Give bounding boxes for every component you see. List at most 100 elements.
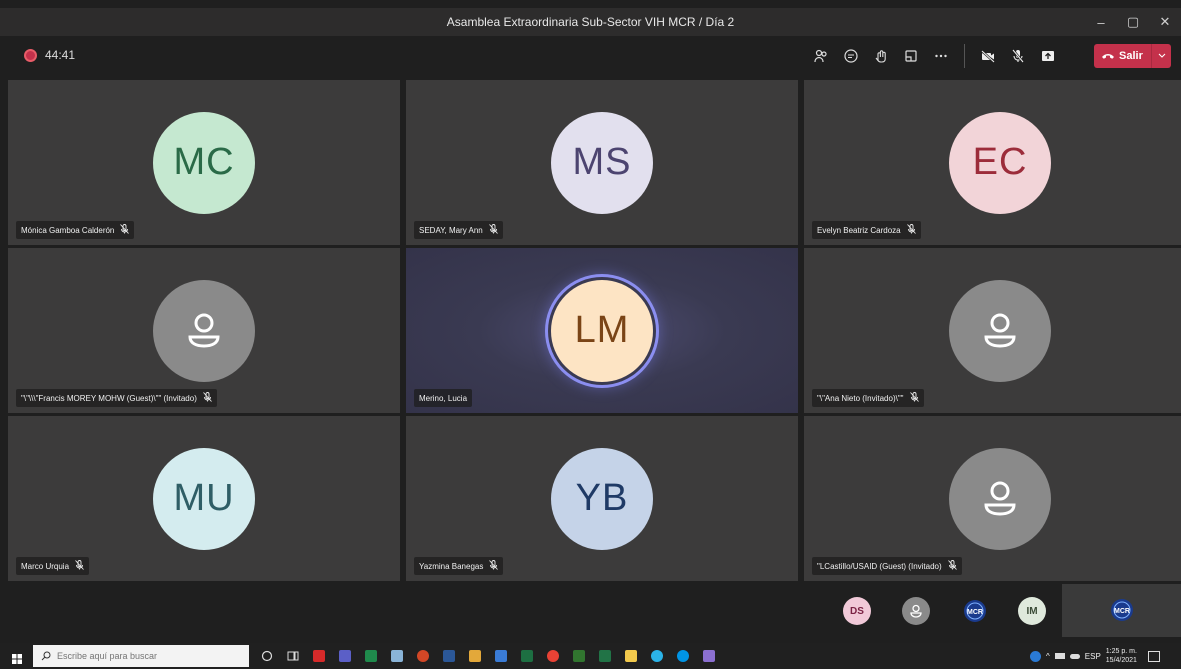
search-icon bbox=[41, 651, 51, 661]
language-indicator[interactable]: ESP bbox=[1085, 652, 1101, 661]
mic-muted-icon bbox=[489, 560, 499, 572]
self-view[interactable]: MCR bbox=[1062, 584, 1181, 637]
leave-label: Salir bbox=[1119, 50, 1143, 62]
mic-off-icon[interactable] bbox=[1003, 42, 1033, 70]
avatar: EC bbox=[949, 111, 1051, 214]
powerpoint-icon[interactable] bbox=[412, 646, 434, 666]
chevron-down-icon[interactable] bbox=[1151, 44, 1171, 68]
clock-date: 15/4/2021 bbox=[1105, 657, 1137, 664]
phone-icon bbox=[1102, 54, 1114, 59]
participant-name-tag: Mónica Gamboa Calderón bbox=[16, 221, 135, 239]
maximize-icon[interactable]: ▢ bbox=[1117, 8, 1149, 36]
participant-name-tag: "\"\\\"Francis MOREY MOHW (Guest)\"" (In… bbox=[16, 389, 217, 407]
overflow-participant-strip bbox=[0, 582, 1181, 637]
participant-name-tag: Merino, Lucia bbox=[414, 389, 473, 407]
taskbar-search[interactable] bbox=[33, 645, 249, 667]
participant-name-tag: "LCastillo/USAID (Guest) (Invitado) bbox=[812, 557, 962, 575]
edge-icon[interactable] bbox=[646, 646, 668, 666]
participant-tile[interactable]: MS SEDAY, Mary Ann bbox=[406, 80, 798, 245]
excel-icon[interactable] bbox=[516, 646, 538, 666]
participant-tile[interactable]: MC Mónica Gamboa Calderón bbox=[8, 80, 400, 245]
mic-muted-icon bbox=[947, 560, 957, 572]
help-icon[interactable] bbox=[1030, 650, 1041, 662]
notifications-icon[interactable] bbox=[1147, 650, 1160, 662]
share-icon[interactable] bbox=[1033, 42, 1063, 70]
search-input[interactable] bbox=[57, 651, 227, 661]
close-icon[interactable]: ✕ bbox=[1149, 8, 1181, 36]
network-icon[interactable] bbox=[1054, 653, 1065, 659]
windows-start-icon[interactable] bbox=[12, 651, 22, 669]
photos-icon[interactable] bbox=[464, 646, 486, 666]
guest-avatar-icon[interactable] bbox=[902, 597, 930, 625]
avatar: LM bbox=[551, 279, 653, 382]
participants-icon[interactable] bbox=[806, 42, 836, 70]
participant-name: "LCastillo/USAID (Guest) (Invitado) bbox=[817, 561, 942, 571]
participant-tile[interactable]: EC Evelyn Beatriz Cardoza bbox=[804, 80, 1181, 245]
word-icon[interactable] bbox=[438, 646, 460, 666]
participant-tile[interactable]: "LCastillo/USAID (Guest) (Invitado) bbox=[804, 416, 1181, 581]
file-explorer-icon[interactable] bbox=[620, 646, 642, 666]
sheets-icon[interactable] bbox=[360, 646, 382, 666]
participant-name-tag: Evelyn Beatriz Cardoza bbox=[812, 221, 921, 239]
guest-avatar-icon bbox=[153, 279, 255, 382]
more-icon[interactable] bbox=[926, 42, 956, 70]
avatar: MS bbox=[551, 111, 653, 214]
mcr-logo-icon: MCR bbox=[1108, 596, 1136, 624]
participant-tile[interactable]: YB Yazmina Banegas bbox=[406, 416, 798, 581]
rooms-icon[interactable] bbox=[896, 42, 926, 70]
taskbar-apps bbox=[256, 646, 724, 666]
leave-button[interactable]: Salir bbox=[1094, 44, 1171, 68]
mic-muted-icon bbox=[906, 224, 916, 236]
participant-name-tag: Yazmina Banegas bbox=[414, 557, 504, 575]
meeting-toolbar: 44:41 Salir bbox=[0, 36, 1181, 76]
mcr-logo-icon[interactable]: MCR bbox=[961, 597, 989, 625]
taskbar-clock[interactable]: 1:25 p. m. 15/4/2021 bbox=[1106, 647, 1137, 665]
reactions-icon[interactable] bbox=[866, 42, 896, 70]
recording-icon bbox=[24, 49, 37, 62]
guest-avatar-icon bbox=[949, 279, 1051, 382]
calculator-icon[interactable] bbox=[490, 646, 512, 666]
mic-muted-icon bbox=[488, 224, 498, 236]
participant-tile[interactable]: MU Marco Urquia bbox=[8, 416, 400, 581]
window-controls: – ▢ ✕ bbox=[1085, 8, 1181, 36]
participant-grid: MC Mónica Gamboa Calderón MS SEDAY, Mary… bbox=[8, 80, 1181, 581]
cortana-icon[interactable] bbox=[256, 646, 278, 666]
participant-name-tag: Marco Urquia bbox=[16, 557, 90, 575]
strip-avatar[interactable]: DS bbox=[843, 597, 871, 625]
chevron-up-icon[interactable]: ^ bbox=[1046, 652, 1050, 661]
minimize-icon[interactable]: – bbox=[1085, 8, 1117, 36]
toolbar-divider bbox=[964, 44, 965, 68]
participant-tile[interactable]: "\"\\\"Francis MOREY MOHW (Guest)\"" (In… bbox=[8, 248, 400, 413]
chat-icon[interactable] bbox=[836, 42, 866, 70]
mic-muted-icon bbox=[203, 392, 212, 404]
app-icon[interactable] bbox=[698, 646, 720, 666]
active-speaker-tile[interactable]: LM Merino, Lucia bbox=[406, 248, 798, 413]
camera-off-icon[interactable] bbox=[973, 42, 1003, 70]
window-title: Asamblea Extraordinaria Sub-Sector VIH M… bbox=[446, 15, 735, 29]
participant-name: Evelyn Beatriz Cardoza bbox=[817, 225, 901, 235]
window-titlebar: Asamblea Extraordinaria Sub-Sector VIH M… bbox=[0, 8, 1181, 36]
system-tray: ^ ESP 1:25 p. m. 15/4/2021 bbox=[1030, 646, 1160, 666]
participant-tile[interactable]: "\"Ana Nieto (Invitado)\"" bbox=[804, 248, 1181, 413]
skype-icon[interactable] bbox=[672, 646, 694, 666]
project-icon[interactable] bbox=[568, 646, 590, 666]
svg-text:MCR: MCR bbox=[967, 609, 983, 616]
avatar: YB bbox=[551, 447, 653, 550]
mic-muted-icon bbox=[909, 392, 919, 404]
participant-name: SEDAY, Mary Ann bbox=[419, 225, 483, 235]
windows-taskbar: ^ ESP 1:25 p. m. 15/4/2021 bbox=[0, 643, 1181, 669]
strip-avatar[interactable]: IM bbox=[1018, 597, 1046, 625]
participant-name-tag: "\"Ana Nieto (Invitado)\"" bbox=[812, 389, 924, 407]
task-view-icon[interactable] bbox=[282, 646, 304, 666]
chrome-icon[interactable] bbox=[542, 646, 564, 666]
acrobat-icon[interactable] bbox=[308, 646, 330, 666]
participant-name: Merino, Lucia bbox=[419, 393, 468, 403]
meeting-timer: 44:41 bbox=[45, 48, 76, 62]
paint-icon[interactable] bbox=[386, 646, 408, 666]
guest-avatar-icon bbox=[949, 447, 1051, 550]
excel-icon[interactable] bbox=[594, 646, 616, 666]
teams-icon[interactable] bbox=[334, 646, 356, 666]
meeting-controls bbox=[806, 42, 1063, 70]
cloud-icon[interactable] bbox=[1069, 653, 1080, 659]
mic-muted-icon bbox=[120, 224, 130, 236]
